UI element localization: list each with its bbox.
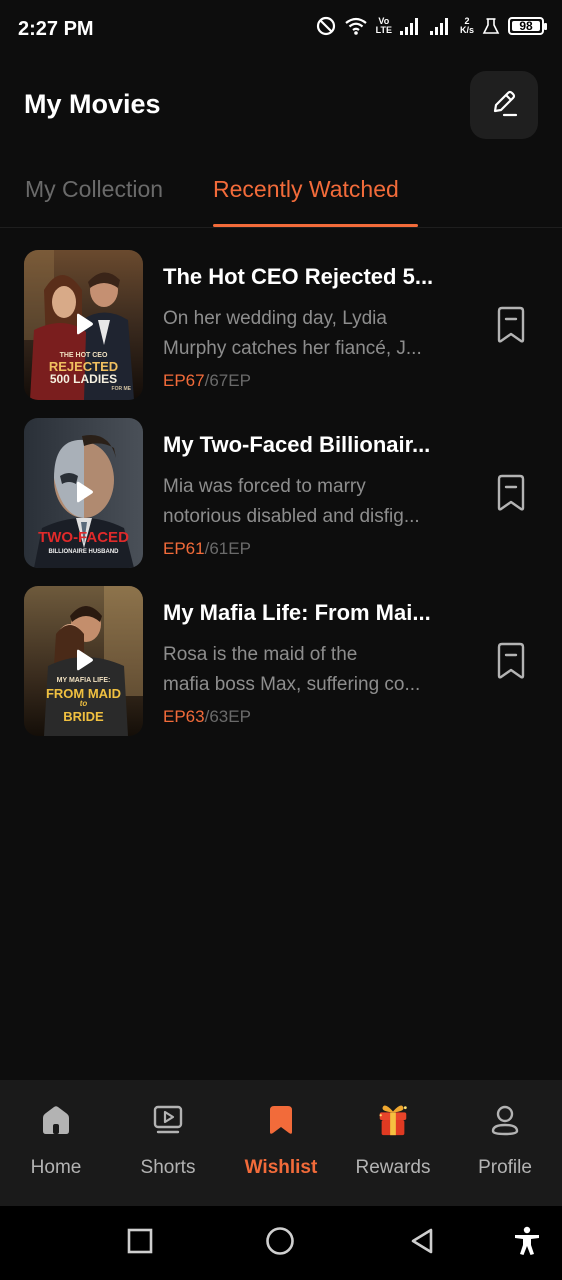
back-triangle-icon — [409, 1227, 435, 1260]
nav-label: Shorts — [140, 1157, 196, 1178]
home-icon — [38, 1102, 74, 1138]
signal-icon-sim2 — [429, 17, 452, 35]
item-description: Rosa is the maid of the mafia boss Max, … — [163, 644, 421, 695]
item-description: Mia was forced to marry notorious disabl… — [163, 476, 420, 527]
episode-total: /67EP — [204, 371, 251, 390]
poster-caption-tiny: FOR ME — [111, 386, 131, 392]
circle-icon — [265, 1226, 295, 1261]
poster-thumbnail[interactable]: TWO-FACED BILLIONAIRE HUSBAND — [24, 418, 143, 568]
item-title[interactable]: My Two-Faced Billionair... — [163, 432, 463, 458]
wifi-icon — [344, 16, 368, 36]
nav-profile[interactable]: Profile — [449, 1080, 561, 1206]
bookmark-button[interactable] — [494, 306, 528, 344]
play-icon — [74, 313, 94, 335]
tab-my-collection[interactable]: My Collection — [25, 176, 163, 203]
play-screen-icon — [150, 1102, 186, 1138]
poster-thumbnail[interactable]: THE HOT CEO REJECTED 500 LADIES FOR ME — [24, 250, 143, 400]
poster-caption-tiny: to — [79, 699, 88, 708]
bookmark-button[interactable] — [494, 474, 528, 512]
network-speed: 2 K/s — [459, 16, 474, 35]
episode-current: EP61 — [163, 539, 205, 558]
nav-label: Wishlist — [244, 1157, 318, 1178]
square-icon — [127, 1228, 153, 1259]
recent-apps-button[interactable] — [123, 1226, 157, 1260]
tab-recently-watched[interactable]: Recently Watched — [213, 176, 399, 203]
play-icon — [74, 481, 94, 503]
nav-label: Home — [30, 1157, 82, 1178]
page-title: My Movies — [24, 89, 161, 119]
status-icons: Vo LTE 2 K/s 98 — [316, 16, 547, 36]
poster-caption-small: BILLIONAIRE HUSBAND — [48, 549, 119, 555]
status-time: 2:27 PM — [18, 17, 94, 40]
bookmark-icon — [494, 306, 528, 348]
poster-caption-small: THE HOT CEO — [59, 352, 108, 359]
episode-progress: EP67/67EP — [163, 371, 251, 391]
bookmark-icon — [494, 642, 528, 684]
bookmark-icon — [494, 474, 528, 516]
poster-caption-subtitle: BRIDE — [63, 709, 104, 724]
status-bar: 2:27 PM Vo LTE 2 K/s 98 — [0, 0, 562, 58]
battery-icon: 98 — [508, 17, 547, 35]
lab-flask-icon — [482, 17, 500, 35]
signal-icon-sim1 — [399, 17, 422, 35]
episode-current: EP63 — [163, 707, 205, 726]
bookmark-button[interactable] — [494, 642, 528, 680]
active-tab-indicator — [213, 224, 418, 227]
volte-label: Vo LTE — [375, 16, 392, 35]
accessibility-button[interactable] — [510, 1226, 544, 1260]
nav-label: Profile — [478, 1157, 532, 1178]
list-item[interactable]: TWO-FACED BILLIONAIRE HUSBAND My Two-Fac… — [0, 418, 562, 568]
poster-caption-title: TWO-FACED — [38, 529, 129, 546]
nav-rewards[interactable]: Rewards — [337, 1080, 449, 1206]
episode-progress: EP61/61EP — [163, 539, 251, 559]
person-icon — [487, 1102, 523, 1138]
poster-caption-subtitle: 500 LADIES — [49, 372, 118, 386]
list-item[interactable]: MY MAFIA LIFE: FROM MAID to BRIDE My Maf… — [0, 586, 562, 736]
do-not-disturb-icon — [316, 16, 336, 36]
episode-progress: EP63/63EP — [163, 707, 251, 727]
pencil-edit-icon — [488, 87, 520, 124]
nav-home[interactable]: Home — [0, 1080, 112, 1206]
nav-shorts[interactable]: Shorts — [112, 1080, 224, 1206]
poster-thumbnail[interactable]: MY MAFIA LIFE: FROM MAID to BRIDE — [24, 586, 143, 736]
back-button[interactable] — [405, 1226, 439, 1260]
battery-level: 98 — [519, 19, 533, 33]
item-title[interactable]: My Mafia Life: From Mai... — [163, 600, 463, 626]
system-nav-bar — [0, 1206, 562, 1280]
bottom-nav: Home Shorts Wishlist Rewards Profile — [0, 1080, 562, 1206]
episode-total: /61EP — [204, 539, 251, 558]
edit-button[interactable] — [470, 71, 538, 139]
episode-total: /63EP — [204, 707, 251, 726]
home-button[interactable] — [263, 1226, 297, 1260]
tab-bar: My Collection Recently Watched — [0, 160, 562, 228]
poster-caption-small: MY MAFIA LIFE: — [56, 677, 111, 684]
item-title[interactable]: The Hot CEO Rejected 5... — [163, 264, 463, 290]
episode-current: EP67 — [163, 371, 205, 390]
nav-wishlist[interactable]: Wishlist — [225, 1080, 337, 1206]
accessibility-icon — [513, 1226, 541, 1261]
bookmark-icon — [263, 1102, 299, 1138]
play-icon — [74, 649, 94, 671]
item-description: On her wedding day, Lydia Murphy catches… — [163, 308, 422, 359]
list-item[interactable]: THE HOT CEO REJECTED 500 LADIES FOR ME T… — [0, 250, 562, 400]
nav-label: Rewards — [355, 1157, 431, 1178]
gift-icon — [375, 1102, 411, 1138]
